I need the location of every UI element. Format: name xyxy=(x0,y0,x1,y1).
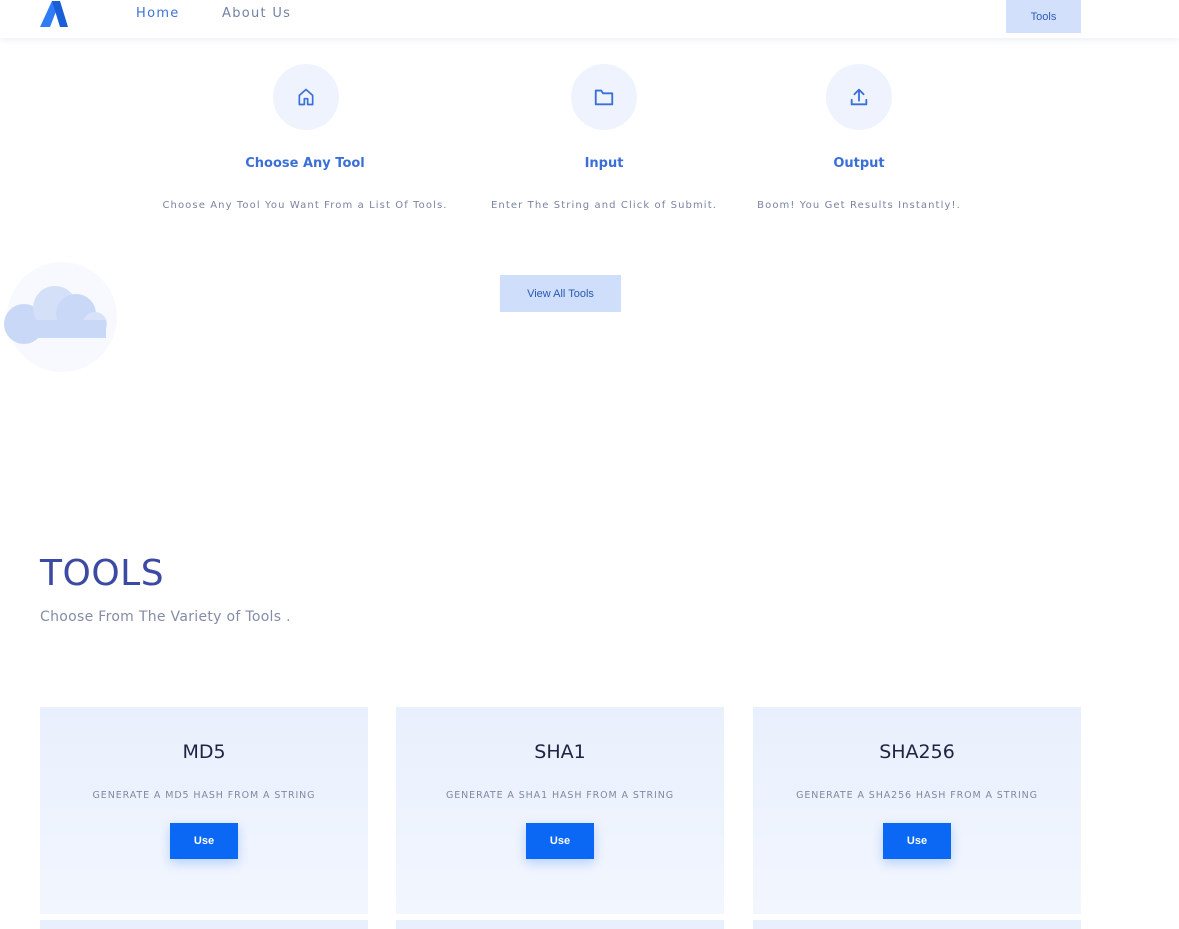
step-home-circle xyxy=(273,64,339,130)
use-md5-button[interactable]: Use xyxy=(170,823,238,859)
tool-card-next-row xyxy=(396,920,724,929)
home-icon xyxy=(298,88,314,106)
tool-card-desc: GENERATE A MD5 HASH FROM A STRING xyxy=(92,790,316,801)
logo-icon[interactable] xyxy=(40,1,68,27)
step-desc-choose: Choose Any Tool You Want From a List Of … xyxy=(162,200,448,211)
step-desc-output: Boom! You Get Results Instantly!. xyxy=(757,200,961,211)
use-sha256-button[interactable]: Use xyxy=(883,823,951,859)
nav-link-about-us[interactable]: About Us xyxy=(222,6,291,21)
tools-heading: TOOLS xyxy=(40,553,165,594)
step-desc-input: Enter The String and Click of Submit. xyxy=(491,200,717,211)
navbar: Home About Us Tools xyxy=(0,0,1179,38)
tool-card-desc: GENERATE A SHA256 HASH FROM A STRING xyxy=(796,790,1038,801)
nav-link-home[interactable]: Home xyxy=(136,6,180,21)
view-all-tools-button[interactable]: View All Tools xyxy=(500,275,621,312)
tools-subheading: Choose From The Variety of Tools . xyxy=(40,609,291,625)
step-title-choose: Choose Any Tool xyxy=(245,156,365,171)
tool-card-sha256: SHA256 GENERATE A SHA256 HASH FROM A STR… xyxy=(753,707,1081,914)
upload-icon xyxy=(850,88,868,106)
tool-card-next-row xyxy=(753,920,1081,929)
cloud-icon xyxy=(4,262,117,372)
step-title-input: Input xyxy=(584,156,624,171)
nav-tools-button[interactable]: Tools xyxy=(1006,0,1081,33)
step-upload-circle xyxy=(826,64,892,130)
tool-card-sha1: SHA1 GENERATE A SHA1 HASH FROM A STRING … xyxy=(396,707,724,914)
step-folder-circle xyxy=(571,64,637,130)
tool-card-title: MD5 xyxy=(182,741,226,763)
step-title-output: Output xyxy=(833,156,885,171)
use-sha1-button[interactable]: Use xyxy=(526,823,594,859)
tool-card-title: SHA256 xyxy=(879,741,955,763)
folder-icon xyxy=(594,89,614,106)
tool-card-md5: MD5 GENERATE A MD5 HASH FROM A STRING Us… xyxy=(40,707,368,914)
tool-card-next-row xyxy=(40,920,368,929)
tool-card-title: SHA1 xyxy=(534,741,586,763)
tool-card-desc: GENERATE A SHA1 HASH FROM A STRING xyxy=(446,790,674,801)
